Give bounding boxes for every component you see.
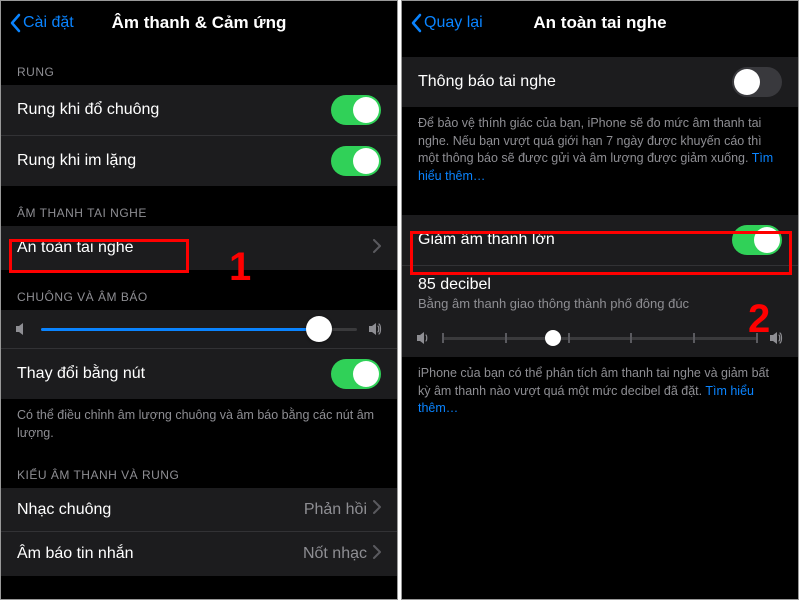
switch-change-with-buttons[interactable]	[331, 359, 381, 389]
row-ring-vibrate[interactable]: Rung khi đổ chuông	[1, 85, 397, 136]
switch-silent-vibrate[interactable]	[331, 146, 381, 176]
back-button[interactable]: Cài đặt	[9, 13, 74, 33]
label: Rung khi im lặng	[17, 152, 331, 170]
navbar: Cài đặt Âm thanh & Cảm ứng	[1, 1, 397, 45]
ringtone-value: Phản hồi	[304, 501, 367, 519]
switch-headphone-notifications[interactable]	[732, 67, 782, 97]
row-headphone-safety[interactable]: An toàn tai nghe	[1, 226, 397, 270]
row-silent-vibrate[interactable]: Rung khi im lặng	[1, 136, 397, 186]
headphone-safety-screen: Quay lại An toàn tai nghe Thông báo tai …	[401, 0, 799, 600]
label: Nhạc chuông	[17, 501, 304, 519]
group-headphone: An toàn tai nghe	[1, 226, 397, 270]
navbar: Quay lại An toàn tai nghe	[402, 1, 798, 45]
chevron-left-icon	[410, 13, 422, 33]
label: Giảm âm thanh lớn	[418, 231, 732, 249]
group-vibrate: Rung khi đổ chuông Rung khi im lặng	[1, 85, 397, 186]
ringer-volume-slider-row	[1, 310, 397, 349]
decibel-thumb[interactable]	[545, 330, 561, 346]
label: Âm báo tin nhắn	[17, 545, 303, 563]
label: Thông báo tai nghe	[418, 73, 732, 91]
section-header-headphone: ÂM THANH TAI NGHE	[1, 186, 397, 226]
decibel-ticks	[442, 333, 758, 343]
back-label: Cài đặt	[23, 14, 74, 32]
chevron-left-icon	[9, 13, 21, 33]
decibel-slider-row	[402, 315, 798, 357]
back-button[interactable]: Quay lại	[410, 13, 483, 33]
switch-reduce-loud[interactable]	[732, 225, 782, 255]
speaker-low-icon	[414, 329, 432, 347]
row-ringtone[interactable]: Nhạc chuông Phản hồi	[1, 488, 397, 532]
row-change-with-buttons[interactable]: Thay đổi bằng nút	[1, 349, 397, 399]
decibel-subtitle: Bằng âm thanh giao thông thành phố đông …	[418, 296, 782, 311]
group-headphone-notifications: Thông báo tai nghe	[402, 57, 798, 107]
row-news-sound[interactable]: Âm báo tin nhắn Nốt nhạc	[1, 532, 397, 576]
ringer-volume-fill	[41, 328, 319, 331]
section-header-vibrate: RUNG	[1, 45, 397, 85]
switch-ring-vibrate[interactable]	[331, 95, 381, 125]
section-header-ringer: CHUÔNG VÀ ÂM BÁO	[1, 270, 397, 310]
group-reduce-loud: Giảm âm thanh lớn 85 decibel Bằng âm tha…	[402, 215, 798, 357]
reduce-loud-footer: iPhone của bạn có thể phân tích âm thanh…	[402, 357, 798, 424]
ringer-volume-track[interactable]	[41, 328, 357, 331]
decibel-title: 85 decibel	[418, 276, 782, 294]
row-reduce-loud[interactable]: Giảm âm thanh lớn	[402, 215, 798, 266]
speaker-low-icon	[13, 320, 31, 338]
footer-text: Để bảo vệ thính giác của bạn, iPhone sẽ …	[418, 116, 762, 165]
row-headphone-notifications[interactable]: Thông báo tai nghe	[402, 57, 798, 107]
label: Rung khi đổ chuông	[17, 101, 331, 119]
ringer-volume-thumb[interactable]	[306, 316, 332, 342]
speaker-high-icon	[768, 329, 786, 347]
chevron-right-icon	[373, 500, 381, 519]
group-ringer: Thay đổi bằng nút	[1, 310, 397, 399]
chevron-right-icon	[373, 545, 381, 564]
label: Thay đổi bằng nút	[17, 365, 331, 383]
decibel-track[interactable]	[442, 337, 758, 340]
news-sound-value: Nốt nhạc	[303, 545, 367, 563]
speaker-high-icon	[367, 320, 385, 338]
label: An toàn tai nghe	[17, 239, 373, 257]
section-header-sound-patterns: KIỂU ÂM THANH VÀ RUNG	[1, 448, 397, 488]
ringer-footer: Có thể điều chỉnh âm lượng chuông và âm …	[1, 399, 397, 448]
back-label: Quay lại	[424, 14, 483, 32]
headphone-notifications-footer: Để bảo vệ thính giác của bạn, iPhone sẽ …	[402, 107, 798, 191]
decibel-block: 85 decibel Bằng âm thanh giao thông thàn…	[402, 266, 798, 315]
group-sound-patterns: Nhạc chuông Phản hồi Âm báo tin nhắn Nốt…	[1, 488, 397, 576]
sounds-haptics-screen: Cài đặt Âm thanh & Cảm ứng RUNG Rung khi…	[0, 0, 398, 600]
chevron-right-icon	[373, 239, 381, 258]
